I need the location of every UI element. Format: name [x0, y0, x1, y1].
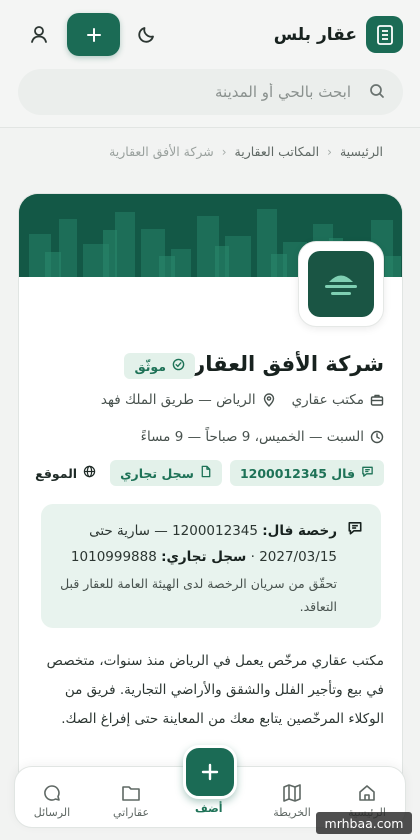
search-input[interactable]	[18, 69, 403, 115]
top-header: عقار بلس	[0, 0, 420, 128]
moon-icon[interactable]	[135, 22, 159, 46]
home-icon	[359, 785, 375, 801]
plus-icon	[201, 763, 219, 781]
breadcrumb-current: شركة الأفق العقارية	[109, 144, 214, 159]
company-name: شركة الأفق العقارية	[172, 352, 384, 376]
meta-row-type-location: مكتب عقاري الرياض — طريق الملك فهد	[101, 392, 384, 408]
working-hours: السبت — الخميس، 9 صباحاً — 9 مساءً	[140, 429, 364, 445]
fal-expiry: 2027/03/15 ·	[250, 549, 337, 565]
license-note: تحقّق من سريان الرخصة لدى الهيئة العامة …	[60, 576, 337, 614]
building-icon	[366, 16, 403, 53]
license-info-box: رخصة فال: 1200012345 — سارية حتى 2027/03…	[41, 504, 381, 628]
map-icon	[283, 784, 301, 802]
search-icon	[369, 83, 385, 103]
verified-badge: موثّق	[124, 353, 195, 379]
fal-label: رخصة فال:	[262, 523, 337, 539]
company-logo	[298, 241, 384, 327]
office-description: مكتب عقاري مرخّص يعمل في الرياض منذ سنوا…	[46, 653, 384, 727]
nav-messages[interactable]: الرسائل	[22, 783, 82, 819]
cr-label: سجل تجاري:	[161, 549, 247, 565]
search-bar	[18, 69, 403, 115]
brand[interactable]: عقار بلس	[274, 16, 403, 53]
plus-icon	[86, 27, 101, 42]
nav-add-label: أضف	[195, 802, 223, 815]
add-property-fab[interactable]	[183, 745, 237, 799]
nav-messages-label: الرسائل	[33, 806, 71, 819]
breadcrumb: الرئيسية ‹ المكاتب العقارية ‹ شركة الأفق…	[109, 144, 383, 159]
clock-icon	[370, 430, 384, 444]
commercial-register-chip[interactable]: سجل تجاري	[110, 460, 222, 486]
fal-chip-label: فال 1200012345	[239, 465, 355, 481]
folder-icon	[122, 786, 140, 801]
fal-license-chip[interactable]: فال 1200012345	[229, 460, 384, 486]
file-icon	[200, 465, 212, 481]
license-message-icon	[347, 520, 363, 540]
location-pin-icon	[262, 393, 276, 407]
message-square-icon	[361, 465, 374, 481]
briefcase-icon	[370, 393, 384, 407]
nav-my-properties[interactable]: عقاراتي	[101, 783, 161, 819]
license-fal-line: رخصة فال: 1200012345 — سارية حتى	[59, 518, 337, 544]
add-listing-button[interactable]	[67, 13, 120, 56]
cr-value: 1010999888	[70, 549, 157, 565]
watermark: mrhbaa.com	[316, 812, 412, 834]
fal-value: 1200012345 — سارية حتى	[89, 523, 258, 539]
license-cr-line: 2027/03/15 · سجل تجاري: 1010999888	[59, 544, 337, 570]
nav-my-properties-label: عقاراتي	[112, 806, 150, 819]
brand-name: عقار بلس	[273, 24, 357, 45]
website-label: الموقع	[35, 465, 78, 481]
chevron-left-icon: ‹	[327, 144, 332, 159]
office-location: الرياض — طريق الملك فهد	[100, 392, 256, 408]
verified-label: موثّق	[134, 358, 166, 374]
horizon-logo-icon	[308, 251, 374, 317]
nav-map-label: الخريطة	[273, 806, 311, 819]
meta-row-hours: السبت — الخميس، 9 صباحاً — 9 مساءً	[141, 429, 384, 445]
check-circle-icon	[172, 358, 185, 374]
breadcrumb-home[interactable]: الرئيسية	[340, 144, 383, 159]
website-link[interactable]: الموقع	[35, 465, 96, 481]
chevron-left-icon: ‹	[221, 144, 227, 159]
office-profile-card: شركة الأفق العقارية موثّق مكتب عقاري الر…	[18, 193, 403, 793]
nav-map[interactable]: الخريطة	[262, 783, 322, 819]
office-type: مكتب عقاري	[291, 392, 364, 408]
cr-chip-label: سجل تجاري	[120, 465, 194, 481]
license-chips: فال 1200012345 سجل تجاري الموقع	[35, 460, 384, 486]
breadcrumb-offices[interactable]: المكاتب العقارية	[235, 144, 320, 159]
chat-bubble-icon	[44, 785, 60, 801]
globe-icon	[83, 465, 96, 481]
user-icon[interactable]	[27, 22, 51, 46]
